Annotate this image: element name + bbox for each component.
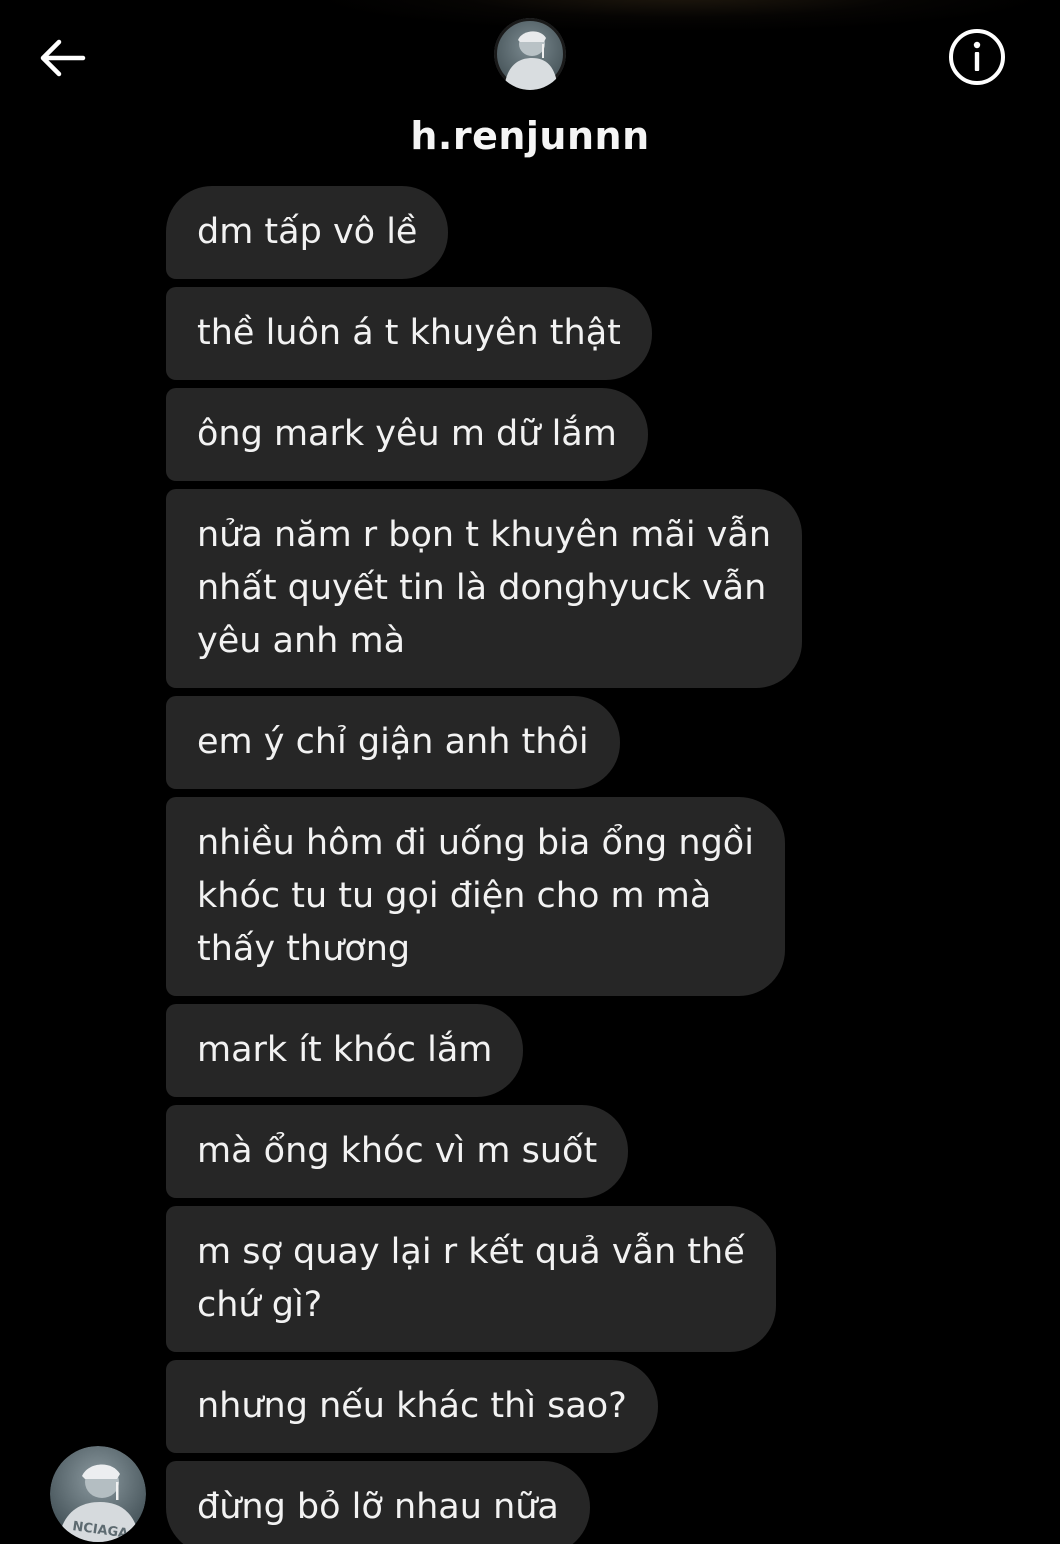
message-bubble[interactable]: em ý chỉ giận anh thôi [166, 696, 620, 789]
message-bubble[interactable]: thề luôn á t khuyên thật [166, 287, 652, 380]
message-bubble[interactable]: mà ổng khóc vì m suốt [166, 1105, 629, 1198]
profile-avatar: NCIAGA [50, 1446, 146, 1542]
info-button[interactable] [946, 26, 1008, 88]
message-bubble[interactable]: đừng bỏ lỡ nhau nữa [166, 1461, 590, 1544]
message-list: dm tấp vô lề thề luôn á t khuyên thật ôn… [166, 186, 846, 1544]
message-bubble[interactable]: mark ít khóc lắm [166, 1004, 524, 1097]
back-button[interactable] [34, 30, 90, 86]
dm-thread-screen: h.renjunnn dm tấp vô lề thề luôn á t khu… [0, 0, 1060, 1544]
username[interactable]: h.renjunnn [0, 114, 1060, 158]
sender-avatar[interactable]: NCIAGA [50, 1446, 146, 1542]
arrow-left-icon [40, 39, 86, 77]
message-bubble[interactable]: nhiều hôm đi uống bia ổng ngồi khóc tu t… [166, 797, 785, 996]
message-bubble[interactable]: m sợ quay lại r kết quả vẫn thế chứ gì? [166, 1206, 776, 1352]
message-bubble[interactable]: nửa năm r bọn t khuyên mãi vẫn nhất quyế… [166, 489, 803, 688]
message-bubble[interactable]: nhưng nếu khác thì sao? [166, 1360, 658, 1453]
message-bubble[interactable]: dm tấp vô lề [166, 186, 449, 279]
profile-avatar [494, 18, 566, 90]
header-avatar[interactable] [494, 18, 566, 90]
message-bubble[interactable]: ông mark yêu m dữ lắm [166, 388, 648, 481]
top-glow [330, 0, 1030, 30]
info-circle-icon [949, 29, 1005, 85]
